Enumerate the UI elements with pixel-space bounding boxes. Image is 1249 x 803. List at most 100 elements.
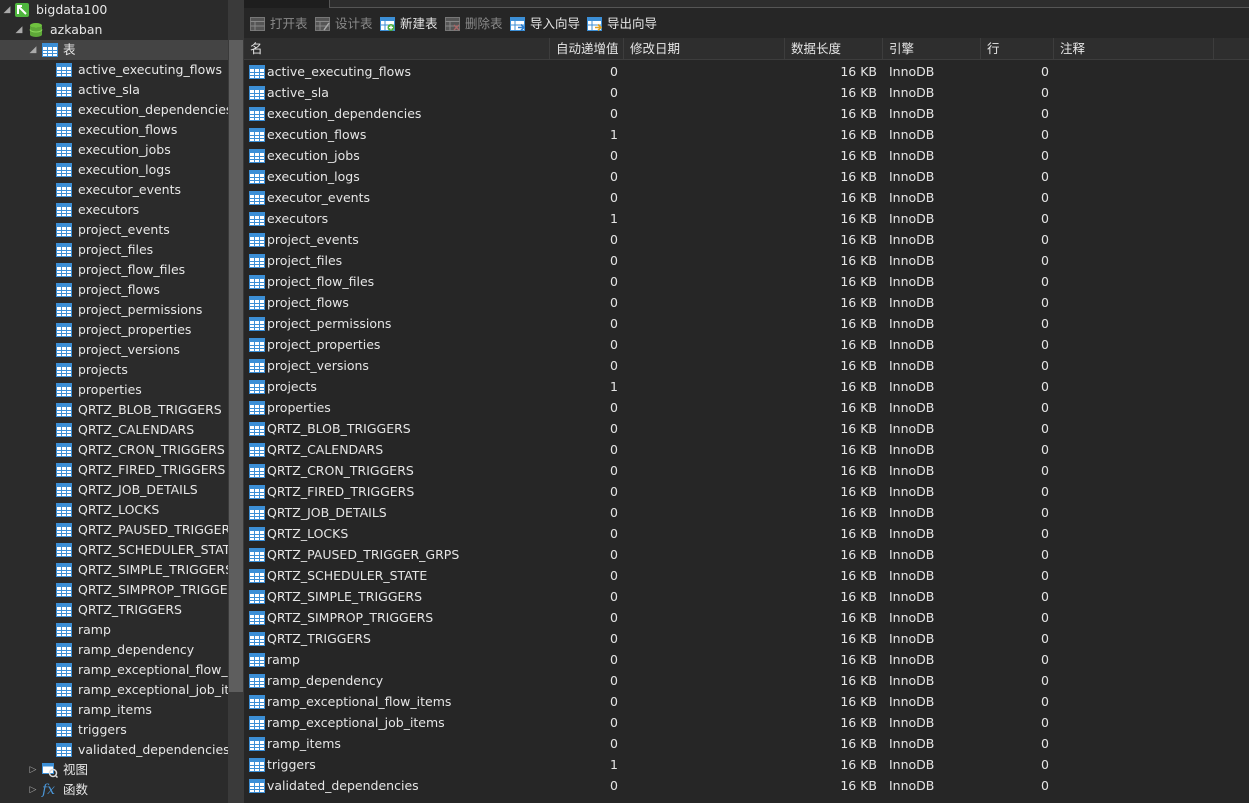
table-row[interactable]: QRTZ_CRON_TRIGGERS 0 16 KB InnoDB 0 bbox=[244, 460, 1249, 481]
table-icon bbox=[249, 631, 265, 647]
table-icon bbox=[56, 722, 72, 738]
col-header-modified-date[interactable]: 修改日期 bbox=[624, 38, 785, 59]
cell-engine: InnoDB bbox=[889, 400, 935, 415]
table-row[interactable]: execution_jobs 0 16 KB InnoDB 0 bbox=[244, 145, 1249, 166]
table-row[interactable]: QRTZ_JOB_DETAILS 0 16 KB InnoDB 0 bbox=[244, 502, 1249, 523]
table-icon bbox=[56, 602, 72, 618]
table-icon bbox=[249, 506, 265, 520]
sidebar-scrollbar-thumb[interactable] bbox=[229, 40, 243, 692]
table-icon bbox=[249, 149, 265, 163]
table-row[interactable]: QRTZ_BLOB_TRIGGERS 0 16 KB InnoDB 0 bbox=[244, 418, 1249, 439]
table-icon bbox=[249, 443, 265, 457]
cell-data-length: 16 KB bbox=[840, 295, 877, 310]
table-row[interactable]: ramp_items 0 16 KB InnoDB 0 bbox=[244, 733, 1249, 754]
table-row[interactable]: QRTZ_SCHEDULER_STATE 0 16 KB InnoDB 0 bbox=[244, 565, 1249, 586]
table-row[interactable]: ramp_exceptional_job_items 0 16 KB InnoDB 0 bbox=[244, 712, 1249, 733]
table-icon bbox=[249, 674, 265, 688]
table-icon bbox=[249, 212, 265, 226]
cell-auto-increment: 0 bbox=[610, 337, 618, 352]
table-row[interactable]: QRTZ_CALENDARS 0 16 KB InnoDB 0 bbox=[244, 439, 1249, 460]
table-icon bbox=[56, 463, 72, 477]
toolbar: 打开表 设计表 新建表 删除表 导入向导 导出向导 bbox=[244, 12, 1249, 36]
views-group-label: 视图 bbox=[63, 762, 89, 777]
collapsed-arrow-icon[interactable]: ▷ bbox=[28, 760, 38, 780]
col-header-data-length[interactable]: 数据长度 bbox=[785, 38, 883, 59]
cell-row-count: 0 bbox=[1041, 568, 1049, 583]
table-icon bbox=[56, 163, 72, 177]
table-row[interactable]: executors 1 16 KB InnoDB 0 bbox=[244, 208, 1249, 229]
tree-table-label: executors bbox=[78, 202, 140, 217]
table-row[interactable]: project_permissions 0 16 KB InnoDB 0 bbox=[244, 313, 1249, 334]
table-row[interactable]: QRTZ_PAUSED_TRIGGER_GRPS 0 16 KB InnoDB 0 bbox=[244, 544, 1249, 565]
col-header-engine[interactable]: 引擎 bbox=[883, 38, 981, 59]
col-header-auto-increment[interactable]: 自动递增值 bbox=[550, 38, 624, 59]
table-icon bbox=[56, 523, 72, 537]
table-row[interactable]: QRTZ_SIMPROP_TRIGGERS 0 16 KB InnoDB 0 bbox=[244, 607, 1249, 628]
cell-data-length: 16 KB bbox=[840, 316, 877, 331]
cell-auto-increment: 0 bbox=[610, 610, 618, 625]
tree-table-label: project_flow_files bbox=[78, 262, 186, 277]
tree-tables-group[interactable]: ◢ 表 bbox=[0, 40, 228, 60]
table-icon bbox=[249, 464, 265, 478]
cell-table-name: project_files bbox=[267, 253, 343, 268]
cell-row-count: 0 bbox=[1041, 106, 1049, 121]
col-header-rows[interactable]: 行 bbox=[981, 38, 1054, 59]
table-row[interactable]: properties 0 16 KB InnoDB 0 bbox=[244, 397, 1249, 418]
expand-arrow-icon[interactable]: ◢ bbox=[14, 20, 24, 40]
table-icon bbox=[249, 254, 265, 268]
table-row[interactable]: project_files 0 16 KB InnoDB 0 bbox=[244, 250, 1249, 271]
object-tree-sidebar: ◢ bigdata100 ◢ azkaban ◢ 表 active_execut… bbox=[0, 0, 228, 803]
table-row[interactable]: QRTZ_SIMPLE_TRIGGERS 0 16 KB InnoDB 0 bbox=[244, 586, 1249, 607]
expand-arrow-icon[interactable]: ◢ bbox=[28, 40, 38, 60]
cell-engine: InnoDB bbox=[889, 610, 935, 625]
tree-table-label: project_events bbox=[78, 222, 170, 237]
table-row[interactable]: ramp_dependency 0 16 KB InnoDB 0 bbox=[244, 670, 1249, 691]
table-icon bbox=[56, 642, 72, 658]
table-header: 名 自动递增值 修改日期 数据长度 引擎 行 注释 bbox=[244, 38, 1249, 60]
table-icon bbox=[249, 358, 265, 374]
table-row[interactable]: triggers 1 16 KB InnoDB 0 bbox=[244, 754, 1249, 775]
table-row[interactable]: execution_dependencies 0 16 KB InnoDB 0 bbox=[244, 103, 1249, 124]
table-row[interactable]: executor_events 0 16 KB InnoDB 0 bbox=[244, 187, 1249, 208]
table-row[interactable]: QRTZ_TRIGGERS 0 16 KB InnoDB 0 bbox=[244, 628, 1249, 649]
table-icon bbox=[56, 723, 72, 737]
cell-data-length: 16 KB bbox=[840, 757, 877, 772]
table-icon bbox=[249, 778, 265, 794]
cell-table-name: QRTZ_CRON_TRIGGERS bbox=[267, 463, 414, 478]
table-row[interactable]: project_flow_files 0 16 KB InnoDB 0 bbox=[244, 271, 1249, 292]
table-icon bbox=[56, 702, 72, 718]
table-icon bbox=[56, 343, 72, 357]
cell-row-count: 0 bbox=[1041, 85, 1049, 100]
table-row[interactable]: project_flows 0 16 KB InnoDB 0 bbox=[244, 292, 1249, 313]
table-row[interactable]: execution_logs 0 16 KB InnoDB 0 bbox=[244, 166, 1249, 187]
cell-auto-increment: 0 bbox=[610, 673, 618, 688]
collapsed-arrow-icon[interactable]: ▷ bbox=[28, 780, 38, 800]
col-header-name[interactable]: 名 bbox=[244, 38, 550, 59]
table-icon bbox=[249, 107, 265, 121]
table-row[interactable]: project_properties 0 16 KB InnoDB 0 bbox=[244, 334, 1249, 355]
table-row[interactable]: active_executing_flows 0 16 KB InnoDB 0 bbox=[244, 61, 1249, 82]
cell-table-name: project_versions bbox=[267, 358, 369, 373]
table-icon bbox=[249, 127, 265, 143]
table-icon bbox=[56, 542, 72, 558]
tree-table-label: project_permissions bbox=[78, 302, 203, 317]
cell-table-name: project_permissions bbox=[267, 316, 392, 331]
cell-engine: InnoDB bbox=[889, 295, 935, 310]
table-row[interactable]: project_events 0 16 KB InnoDB 0 bbox=[244, 229, 1249, 250]
table-row[interactable]: projects 1 16 KB InnoDB 0 bbox=[244, 376, 1249, 397]
cell-auto-increment: 0 bbox=[610, 442, 618, 457]
design-table-icon bbox=[315, 17, 330, 31]
table-row[interactable]: QRTZ_FIRED_TRIGGERS 0 16 KB InnoDB 0 bbox=[244, 481, 1249, 502]
table-row[interactable]: project_versions 0 16 KB InnoDB 0 bbox=[244, 355, 1249, 376]
table-row[interactable]: ramp 0 16 KB InnoDB 0 bbox=[244, 649, 1249, 670]
table-row[interactable]: validated_dependencies 0 16 KB InnoDB 0 bbox=[244, 775, 1249, 796]
table-row[interactable]: active_sla 0 16 KB InnoDB 0 bbox=[244, 82, 1249, 103]
col-header-comment[interactable]: 注释 bbox=[1054, 38, 1214, 59]
table-icon bbox=[249, 485, 265, 499]
table-icon bbox=[56, 83, 72, 97]
table-row[interactable]: ramp_exceptional_flow_items 0 16 KB InnoDB 0 bbox=[244, 691, 1249, 712]
table-row[interactable]: QRTZ_LOCKS 0 16 KB InnoDB 0 bbox=[244, 523, 1249, 544]
cell-table-name: ramp_items bbox=[267, 736, 341, 751]
table-row[interactable]: execution_flows 1 16 KB InnoDB 0 bbox=[244, 124, 1249, 145]
expand-arrow-icon[interactable]: ◢ bbox=[2, 0, 12, 20]
